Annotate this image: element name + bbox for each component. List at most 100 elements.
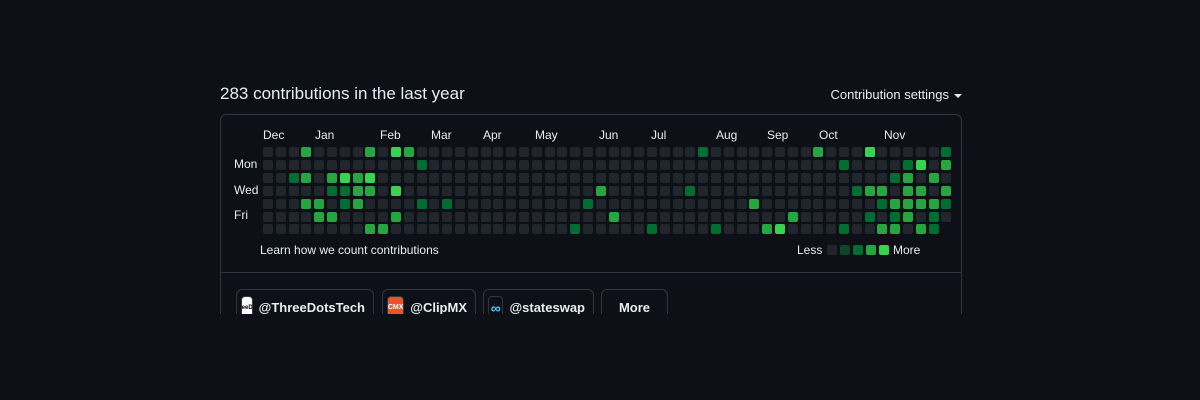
contribution-day-cell[interactable] (864, 198, 875, 209)
contribution-day-cell[interactable] (480, 159, 491, 170)
contribution-day-cell[interactable] (583, 224, 593, 235)
contribution-day-cell[interactable] (365, 147, 376, 157)
contribution-day-cell[interactable] (775, 147, 785, 157)
contribution-day-cell[interactable] (301, 147, 312, 157)
contribution-day-cell[interactable] (864, 224, 875, 235)
contribution-day-cell[interactable] (736, 198, 747, 209)
contribution-day-cell[interactable] (800, 147, 811, 157)
contribution-day-cell[interactable] (723, 224, 734, 235)
contribution-day-cell[interactable] (851, 211, 862, 222)
contribution-day-cell[interactable] (749, 198, 760, 209)
contribution-day-cell[interactable] (890, 185, 901, 196)
contribution-day-cell[interactable] (608, 147, 619, 157)
contribution-day-cell[interactable] (391, 224, 401, 235)
contribution-day-cell[interactable] (851, 224, 862, 235)
contribution-day-cell[interactable] (608, 185, 619, 196)
contribution-day-cell[interactable] (288, 198, 299, 209)
contribution-day-cell[interactable] (416, 198, 427, 209)
contribution-day-cell[interactable] (314, 172, 325, 183)
contribution-day-cell[interactable] (608, 224, 619, 235)
contribution-day-cell[interactable] (378, 211, 389, 222)
contribution-day-cell[interactable] (506, 211, 517, 222)
contribution-day-cell[interactable] (263, 224, 273, 235)
contribution-day-cell[interactable] (634, 211, 645, 222)
contribution-day-cell[interactable] (839, 172, 849, 183)
contribution-day-cell[interactable] (455, 224, 465, 235)
contribution-day-cell[interactable] (288, 147, 299, 157)
contribution-day-cell[interactable] (800, 224, 811, 235)
contribution-day-cell[interactable] (327, 211, 337, 222)
contribution-day-cell[interactable] (723, 147, 734, 157)
contribution-day-cell[interactable] (327, 172, 337, 183)
contribution-day-cell[interactable] (263, 185, 273, 196)
contribution-day-cell[interactable] (928, 198, 939, 209)
contribution-day-cell[interactable] (378, 159, 389, 170)
contribution-day-cell[interactable] (839, 185, 849, 196)
contribution-day-cell[interactable] (864, 172, 875, 183)
contribution-day-cell[interactable] (557, 172, 568, 183)
contribution-day-cell[interactable] (864, 211, 875, 222)
contribution-day-cell[interactable] (877, 159, 888, 170)
contribution-day-cell[interactable] (775, 172, 785, 183)
contribution-day-cell[interactable] (557, 147, 568, 157)
contribution-day-cell[interactable] (455, 211, 465, 222)
contribution-day-cell[interactable] (621, 147, 632, 157)
contribution-day-cell[interactable] (352, 185, 363, 196)
contribution-day-cell[interactable] (442, 198, 453, 209)
contribution-day-cell[interactable] (839, 198, 849, 209)
contribution-day-cell[interactable] (647, 185, 657, 196)
contribution-day-cell[interactable] (749, 185, 760, 196)
contribution-day-cell[interactable] (506, 147, 517, 157)
contribution-day-cell[interactable] (634, 159, 645, 170)
contribution-day-cell[interactable] (365, 224, 376, 235)
contribution-day-cell[interactable] (608, 211, 619, 222)
contribution-day-cell[interactable] (570, 185, 581, 196)
contribution-day-cell[interactable] (826, 172, 837, 183)
contribution-day-cell[interactable] (903, 224, 913, 235)
contribution-day-cell[interactable] (736, 185, 747, 196)
contribution-day-cell[interactable] (711, 211, 721, 222)
contribution-day-cell[interactable] (813, 224, 824, 235)
contribution-day-cell[interactable] (403, 211, 414, 222)
contribution-day-cell[interactable] (480, 172, 491, 183)
contribution-day-cell[interactable] (544, 211, 555, 222)
contribution-day-cell[interactable] (314, 159, 325, 170)
contribution-day-cell[interactable] (429, 147, 440, 157)
contribution-day-cell[interactable] (506, 224, 517, 235)
contribution-day-cell[interactable] (365, 172, 376, 183)
contribution-day-cell[interactable] (403, 198, 414, 209)
contribution-day-cell[interactable] (429, 224, 440, 235)
contribution-day-cell[interactable] (288, 159, 299, 170)
contribution-day-cell[interactable] (647, 159, 657, 170)
contribution-day-cell[interactable] (493, 211, 504, 222)
contribution-day-cell[interactable] (659, 211, 670, 222)
contribution-day-cell[interactable] (480, 147, 491, 157)
contribution-day-cell[interactable] (327, 224, 337, 235)
contribution-day-cell[interactable] (851, 172, 862, 183)
contribution-day-cell[interactable] (775, 159, 785, 170)
contribution-day-cell[interactable] (339, 159, 350, 170)
contribution-day-cell[interactable] (787, 147, 798, 157)
contribution-day-cell[interactable] (685, 198, 696, 209)
contribution-day-cell[interactable] (813, 211, 824, 222)
contribution-day-cell[interactable] (557, 185, 568, 196)
contribution-day-cell[interactable] (403, 172, 414, 183)
contribution-day-cell[interactable] (711, 159, 721, 170)
contribution-day-cell[interactable] (442, 185, 453, 196)
contribution-day-cell[interactable] (839, 147, 849, 157)
contribution-day-cell[interactable] (711, 224, 721, 235)
contribution-day-cell[interactable] (455, 147, 465, 157)
contribution-day-cell[interactable] (467, 198, 478, 209)
contribution-day-cell[interactable] (480, 211, 491, 222)
contribution-day-cell[interactable] (403, 224, 414, 235)
contribution-day-cell[interactable] (416, 159, 427, 170)
contribution-day-cell[interactable] (467, 224, 478, 235)
contribution-day-cell[interactable] (263, 147, 273, 157)
contribution-day-cell[interactable] (595, 224, 606, 235)
contribution-day-cell[interactable] (519, 185, 529, 196)
contribution-day-cell[interactable] (339, 198, 350, 209)
contribution-day-cell[interactable] (275, 147, 286, 157)
contribution-day-cell[interactable] (685, 211, 696, 222)
contribution-day-cell[interactable] (480, 185, 491, 196)
contribution-day-cell[interactable] (659, 224, 670, 235)
